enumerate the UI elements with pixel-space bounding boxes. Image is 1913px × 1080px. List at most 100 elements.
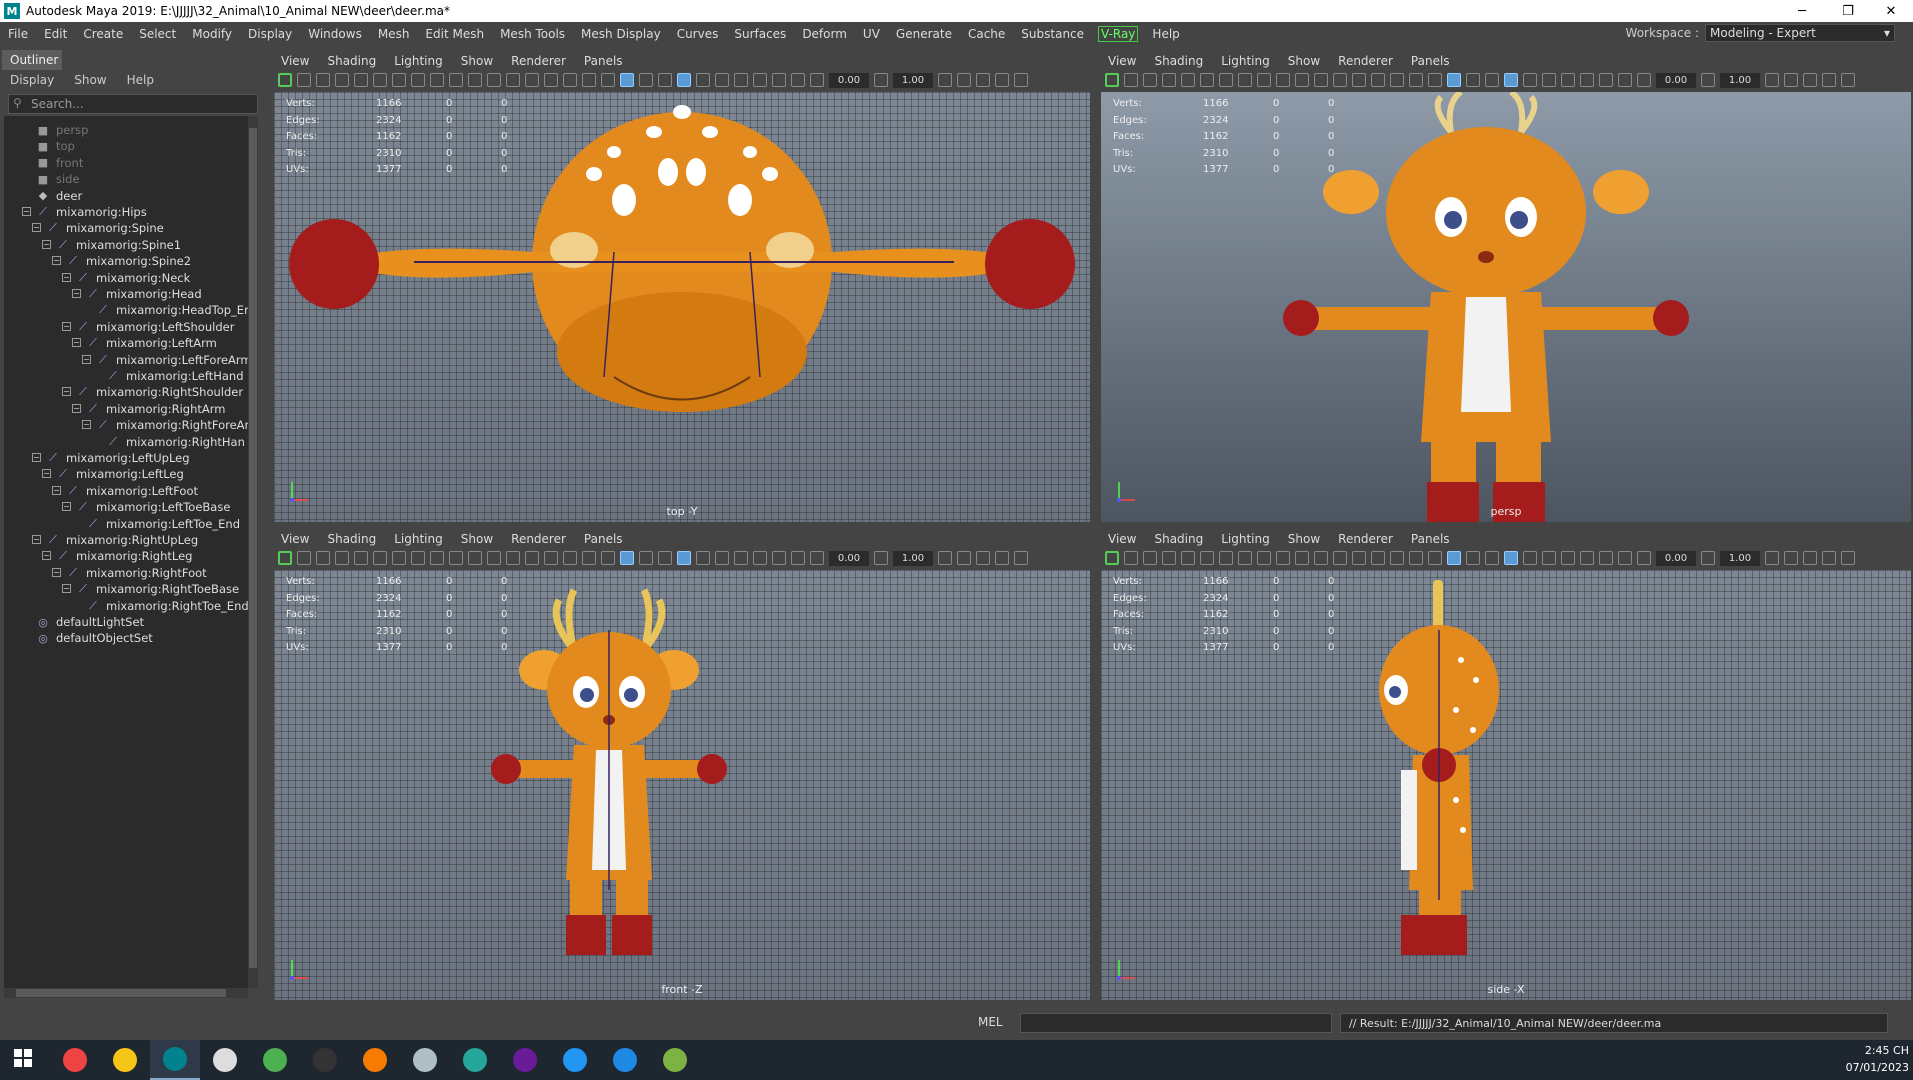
viewport-tool-icon[interactable]	[392, 551, 406, 565]
viewport-menu-shading[interactable]: Shading	[318, 532, 385, 546]
viewport-tool-icon[interactable]	[316, 73, 330, 87]
viewport-tool-icon[interactable]	[938, 551, 952, 565]
viewport-tool-icon[interactable]	[1447, 551, 1461, 565]
menu-vray[interactable]: V-Ray	[1098, 26, 1139, 42]
viewport-tool-icon[interactable]	[791, 73, 805, 87]
viewport-tool-icon[interactable]	[1428, 73, 1442, 87]
taskbar-app-w[interactable]	[550, 1040, 600, 1080]
outliner-tab[interactable]: Outliner	[2, 50, 62, 70]
viewport-tool-icon[interactable]	[487, 73, 501, 87]
viewport-menu-show[interactable]: Show	[452, 532, 502, 546]
viewport-tool-icon[interactable]	[354, 73, 368, 87]
viewport-tool-icon[interactable]	[1580, 73, 1594, 87]
viewport-tool-icon[interactable]	[1314, 73, 1328, 87]
viewport-tool-icon[interactable]	[1466, 551, 1480, 565]
menu-generate[interactable]: Generate	[888, 27, 960, 41]
outliner-vertical-scrollbar[interactable]	[248, 116, 258, 988]
viewport-tool-icon[interactable]	[620, 73, 634, 87]
outliner-menu-display[interactable]: Display	[0, 70, 64, 90]
viewport-tool-icon[interactable]	[1409, 73, 1423, 87]
expand-toggle-icon[interactable]: −	[72, 289, 81, 298]
viewport-tool-icon[interactable]	[1409, 551, 1423, 565]
viewport-tool-icon[interactable]	[601, 551, 615, 565]
select-camera-icon[interactable]	[1105, 73, 1119, 87]
viewport-tool-icon[interactable]	[1822, 73, 1836, 87]
outliner-search-input[interactable]: ⚲ Search...	[8, 94, 258, 114]
viewport-tool-icon[interactable]	[468, 551, 482, 565]
viewport-tool-icon[interactable]	[753, 551, 767, 565]
viewport-tool-icon[interactable]	[1219, 551, 1233, 565]
viewport-tool-icon[interactable]	[976, 73, 990, 87]
viewport-tool-icon[interactable]	[335, 73, 349, 87]
viewport-tool-icon[interactable]	[1803, 73, 1817, 87]
outliner-item[interactable]: ◎ defaultObjectSet	[36, 628, 153, 648]
viewport-tool-icon[interactable]	[1784, 551, 1798, 565]
viewport-tool-icon[interactable]	[506, 551, 520, 565]
menu-mesh[interactable]: Mesh	[370, 27, 418, 41]
viewport-tool-icon[interactable]	[1504, 73, 1518, 87]
expand-toggle-icon[interactable]: −	[42, 551, 51, 561]
viewport-tool-icon[interactable]	[1542, 551, 1556, 565]
viewport-tool-icon[interactable]	[791, 551, 805, 565]
viewport-tool-icon[interactable]	[734, 551, 748, 565]
expand-toggle-icon[interactable]: −	[52, 256, 61, 266]
menu-uv[interactable]: UV	[855, 27, 888, 41]
viewport-tool-icon[interactable]	[874, 551, 888, 565]
viewport-tool-icon[interactable]	[639, 551, 653, 565]
viewport-tool-icon[interactable]	[1580, 551, 1594, 565]
viewport-menu-shading[interactable]: Shading	[1145, 532, 1212, 546]
viewport-tool-icon[interactable]	[1257, 551, 1271, 565]
viewport-tool-icon[interactable]	[1371, 73, 1385, 87]
viewport-tool-icon[interactable]	[373, 73, 387, 87]
taskbar-file-explorer[interactable]	[100, 1040, 150, 1080]
menu-create[interactable]: Create	[75, 27, 131, 41]
gamma-field[interactable]: 1.00	[893, 550, 933, 566]
viewport-menu-lighting[interactable]: Lighting	[385, 532, 452, 546]
viewport-tool-icon[interactable]	[696, 551, 710, 565]
gamma-field[interactable]: 1.00	[1720, 550, 1760, 566]
taskbar-github[interactable]	[500, 1040, 550, 1080]
viewport-tool-icon[interactable]	[563, 73, 577, 87]
viewport-tool-icon[interactable]	[582, 73, 596, 87]
exposure-field[interactable]: 0.00	[1656, 550, 1696, 566]
viewport-tool-icon[interactable]	[1276, 73, 1290, 87]
viewport-tool-icon[interactable]	[582, 551, 596, 565]
viewport-tool-icon[interactable]	[354, 551, 368, 565]
taskbar-app-green[interactable]	[650, 1040, 700, 1080]
viewport-tool-icon[interactable]	[677, 73, 691, 87]
menu-curves[interactable]: Curves	[669, 27, 727, 41]
workspace-dropdown[interactable]: Modeling - Expert ▾	[1705, 24, 1895, 42]
viewport-tool-icon[interactable]	[957, 551, 971, 565]
viewport-tool-icon[interactable]	[1162, 73, 1176, 87]
menu-display[interactable]: Display	[240, 27, 300, 41]
viewport-tool-icon[interactable]	[1637, 73, 1651, 87]
menu-edit-mesh[interactable]: Edit Mesh	[417, 27, 492, 41]
viewport-tool-icon[interactable]	[1200, 551, 1214, 565]
viewport-tool-icon[interactable]	[658, 551, 672, 565]
viewport-tool-icon[interactable]	[525, 551, 539, 565]
viewport-tool-icon[interactable]	[1485, 551, 1499, 565]
viewport-front[interactable]: View Shading Lighting Show Renderer Panels 0.0…	[272, 530, 1092, 1002]
viewport-tool-icon[interactable]	[1618, 551, 1632, 565]
viewport-menu-show[interactable]: Show	[1279, 54, 1329, 68]
viewport-tool-icon[interactable]	[995, 551, 1009, 565]
menu-substance[interactable]: Substance	[1013, 27, 1092, 41]
system-clock[interactable]: 2:45 CH 07/01/2023	[1846, 1042, 1909, 1076]
viewport-tool-icon[interactable]	[1014, 73, 1028, 87]
taskbar-maya[interactable]	[150, 1040, 200, 1080]
viewport-tool-icon[interactable]	[658, 73, 672, 87]
viewport-side[interactable]: View Shading Lighting Show Renderer Panels 0.0…	[1099, 530, 1913, 1002]
viewport-persp[interactable]: View Shading Lighting Show Renderer Panels 0.0…	[1099, 52, 1913, 524]
viewport-tool-icon[interactable]	[1390, 551, 1404, 565]
viewport-tool-icon[interactable]	[1181, 551, 1195, 565]
menu-file[interactable]: File	[0, 27, 36, 41]
viewport-menu-panels[interactable]: Panels	[575, 532, 632, 546]
viewport-tool-icon[interactable]	[1238, 73, 1252, 87]
viewport-tool-icon[interactable]	[639, 73, 653, 87]
viewport-tool-icon[interactable]	[1447, 73, 1461, 87]
viewport-menu-shading[interactable]: Shading	[1145, 54, 1212, 68]
menu-modify[interactable]: Modify	[184, 27, 240, 41]
viewport-menu-renderer[interactable]: Renderer	[502, 54, 575, 68]
viewport-tool-icon[interactable]	[297, 73, 311, 87]
viewport-tool-icon[interactable]	[810, 551, 824, 565]
